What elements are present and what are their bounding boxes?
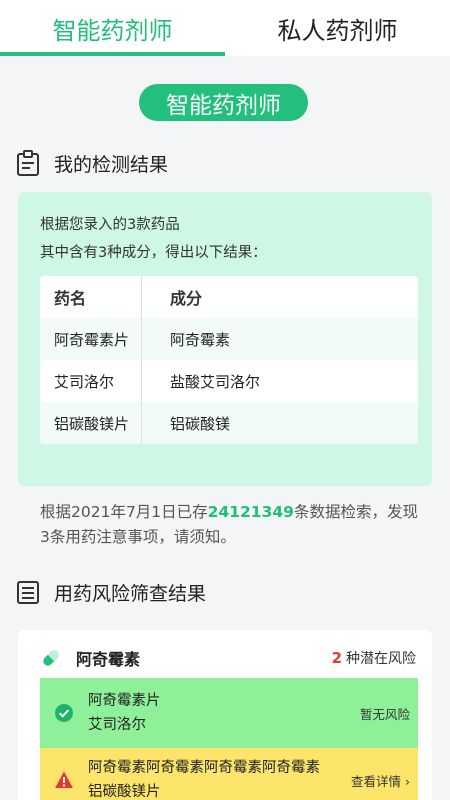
risk-item-drug: 阿奇霉素片 bbox=[88, 693, 161, 709]
risk-count: 2 bbox=[331, 649, 342, 667]
detection-summary-line1: 根据您录入的3款药品 bbox=[40, 217, 180, 233]
detection-summary-line2: 其中含有3种成分，得出以下结果： bbox=[40, 245, 267, 261]
check-circle-icon bbox=[55, 704, 73, 722]
table-cell-ingredient: 铝碳酸镁 bbox=[170, 414, 231, 433]
search-stats-text: 根据2021年7月1日已存24121349条数据检索，发现3条用药注意事项，请须… bbox=[40, 500, 420, 550]
no-risk-label: 暂无风险 bbox=[359, 706, 410, 722]
detection-result-card: 根据您录入的3款药品 其中含有3种成分，得出以下结果： 药名 成分 阿奇霉素片 … bbox=[18, 192, 432, 486]
tab-smart-pharmacist[interactable]: 智能药剂师 bbox=[0, 0, 225, 56]
table-cell-drug: 阿奇霉素片 bbox=[40, 318, 142, 360]
tab-private-pharmacist[interactable]: 私人药剂师 bbox=[225, 0, 450, 56]
risk-count-text: 种潜在风险 bbox=[346, 651, 416, 667]
risk-card-header: 阿奇霉素 2 种潜在风险 bbox=[40, 644, 416, 672]
risk-card: 阿奇霉素 2 种潜在风险 阿奇霉素片 艾司洛尔 暂无风险 阿奇霉素阿奇霉素阿奇霉素… bbox=[18, 630, 432, 800]
risk-drug-name: 阿奇霉素 bbox=[76, 650, 141, 669]
tab-bar: 智能药剂师 私人药剂师 bbox=[0, 0, 450, 56]
detection-heading: 我的检测结果 bbox=[14, 149, 168, 177]
table-cell-ingredient: 盐酸艾司洛尔 bbox=[170, 372, 261, 391]
risk-count-label: 2 种潜在风险 bbox=[332, 648, 416, 668]
clipboard-icon bbox=[17, 150, 39, 176]
risk-item-drug: 阿奇霉素阿奇霉素阿奇霉素阿奇霉素 bbox=[88, 760, 320, 776]
stats-count: 24121349 bbox=[207, 503, 294, 521]
stats-prefix: 根据2021年7月1日已存 bbox=[40, 503, 208, 521]
risk-item-drug: 铝碳酸镁片 bbox=[88, 784, 161, 800]
table-row: 艾司洛尔 盐酸艾司洛尔 bbox=[40, 360, 418, 402]
table-cell-ingredient: 阿奇霉素 bbox=[170, 330, 231, 349]
table-cell-drug: 艾司洛尔 bbox=[40, 360, 142, 402]
risk-heading-label: 用药风险筛查结果 bbox=[54, 582, 207, 605]
table-header: 药名 成分 bbox=[40, 276, 418, 318]
risk-heading: 用药风险筛查结果 bbox=[14, 578, 206, 606]
risk-item-safe: 阿奇霉素片 艾司洛尔 暂无风险 bbox=[40, 678, 418, 748]
table-row: 铝碳酸镁片 铝碳酸镁 bbox=[40, 402, 418, 444]
risk-item-warning[interactable]: 阿奇霉素阿奇霉素阿奇霉素阿奇霉素 铝碳酸镁片 查看详情 › bbox=[40, 748, 418, 800]
pill-icon bbox=[43, 650, 59, 666]
view-details-link[interactable]: 查看详情 › bbox=[351, 771, 410, 790]
table-cell-drug: 铝碳酸镁片 bbox=[40, 402, 142, 444]
header-drug-name: 药名 bbox=[40, 276, 142, 318]
header-ingredient: 成分 bbox=[170, 289, 203, 308]
list-icon bbox=[17, 581, 39, 604]
risk-item-names: 阿奇霉素片 艾司洛尔 bbox=[88, 689, 161, 737]
detection-heading-label: 我的检测结果 bbox=[54, 153, 169, 176]
page-title-pill: 智能药剂师 bbox=[139, 84, 308, 121]
risk-item-drug: 艾司洛尔 bbox=[88, 717, 146, 733]
table-row: 阿奇霉素片 阿奇霉素 bbox=[40, 318, 418, 360]
drug-table: 药名 成分 阿奇霉素片 阿奇霉素 艾司洛尔 盐酸艾司洛尔 铝碳酸镁片 铝碳酸镁 bbox=[40, 276, 418, 444]
warning-icon bbox=[55, 771, 73, 788]
risk-item-names: 阿奇霉素阿奇霉素阿奇霉素阿奇霉素 铝碳酸镁片 bbox=[88, 756, 320, 800]
